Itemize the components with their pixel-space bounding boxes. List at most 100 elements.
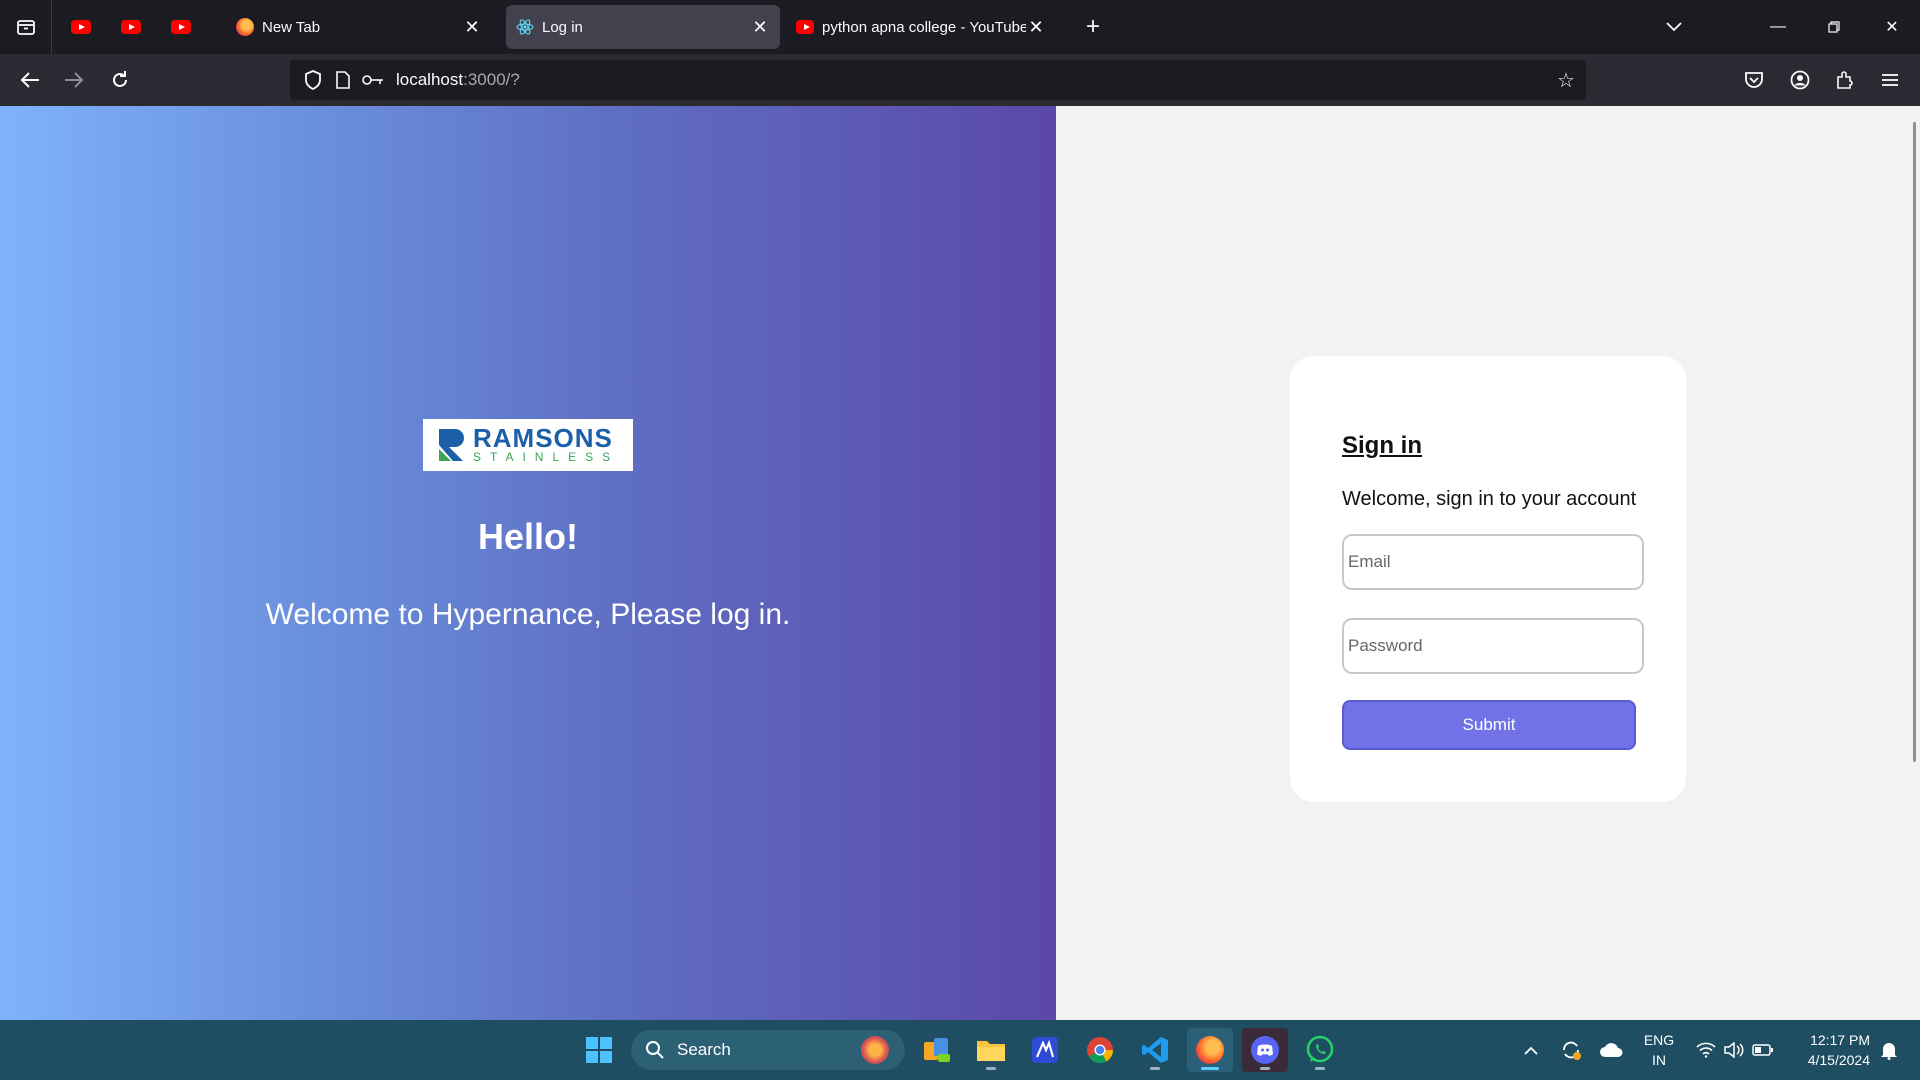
bookmark-star-icon[interactable]: ☆ [1554, 68, 1578, 92]
reload-icon [113, 71, 127, 87]
vscode-icon [1142, 1037, 1168, 1063]
tab-title: New Tab [262, 18, 321, 36]
tab-bar: New Tab ✕ Log in ✕ python apna college -… [0, 0, 1920, 54]
tab-title: Log in [542, 18, 583, 36]
company-logo: RAMSONS STAINLESS [423, 419, 633, 471]
windows-logo-icon [586, 1037, 612, 1063]
account-icon [1790, 70, 1810, 90]
puzzle-icon [1837, 71, 1853, 89]
firefox-icon [236, 18, 254, 36]
sign-in-card: Sign in Welcome, sign in to your account… [1290, 356, 1686, 802]
email-field[interactable] [1342, 534, 1644, 590]
cloud-icon [1600, 1043, 1623, 1057]
pocket-button[interactable] [1736, 62, 1772, 98]
account-button[interactable] [1782, 62, 1818, 98]
folder-icon [977, 1041, 1005, 1061]
taskbar-app-editor[interactable] [1022, 1028, 1068, 1072]
minimize-button[interactable]: — [1750, 0, 1806, 54]
search-icon [646, 1041, 664, 1059]
restore-button[interactable] [1806, 0, 1862, 54]
clock[interactable]: 12:17 PM 4/15/2024 [1792, 1030, 1870, 1070]
running-indicator [1260, 1067, 1270, 1070]
close-tab-icon[interactable]: ✕ [750, 17, 770, 37]
submit-button[interactable]: Submit [1342, 700, 1636, 750]
navigation-bar: localhost:3000/? ☆ [0, 54, 1920, 106]
page-scrollbar[interactable] [1913, 122, 1916, 762]
url-bar[interactable]: localhost:3000/? ☆ [290, 60, 1586, 100]
taskbar-app-vscode[interactable] [1132, 1028, 1178, 1072]
taskbar-app-firefox[interactable] [1187, 1028, 1233, 1072]
pinned-tab-youtube-2[interactable] [109, 10, 153, 44]
youtube-icon [121, 20, 141, 34]
quick-settings-button[interactable] [1690, 1020, 1780, 1080]
url-path: :3000/? [463, 70, 520, 89]
menu-button[interactable] [1872, 62, 1908, 98]
notifications-button[interactable] [1874, 1020, 1904, 1080]
firefox-icon [1196, 1036, 1224, 1064]
chevron-down-icon [1666, 22, 1682, 32]
taskbar-app-widgets[interactable] [914, 1028, 960, 1072]
tab-youtube[interactable]: python apna college - YouTube ✕ [786, 5, 1056, 49]
widgets-icon [924, 1038, 950, 1062]
search-label: Search [677, 1040, 731, 1059]
key-icon[interactable] [358, 60, 388, 100]
language-indicator[interactable]: ENG IN [1640, 1030, 1678, 1070]
reload-button[interactable] [102, 62, 138, 98]
clock-time: 12:17 PM [1810, 1032, 1870, 1048]
close-window-button[interactable]: ✕ [1864, 0, 1920, 54]
list-all-tabs-button[interactable] [1646, 0, 1702, 54]
hamburger-menu-icon [1882, 74, 1898, 86]
running-indicator [1315, 1067, 1325, 1070]
taskbar-app-discord[interactable] [1242, 1028, 1288, 1072]
chrome-icon [1087, 1037, 1114, 1064]
running-indicator [1150, 1067, 1160, 1070]
hello-heading: Hello! [477, 516, 578, 557]
logo-main-text: RAMSONS [473, 423, 613, 453]
extensions-button[interactable] [1827, 62, 1863, 98]
password-field[interactable] [1342, 618, 1644, 674]
pocket-icon [1745, 72, 1763, 88]
pinned-tab-youtube-1[interactable] [59, 10, 103, 44]
pinned-tab-youtube-3[interactable] [159, 10, 203, 44]
url-text[interactable]: localhost:3000/? [396, 70, 520, 90]
forward-arrow-icon [65, 72, 84, 88]
logo-sub-text: STAINLESS [473, 450, 620, 464]
sync-icon [1563, 1041, 1581, 1060]
taskbar-search[interactable]: Search [631, 1030, 905, 1070]
url-host: localhost [396, 70, 464, 89]
clock-date: 4/15/2024 [1807, 1052, 1870, 1068]
language-code: ENG [1643, 1032, 1675, 1048]
show-hidden-icons-button[interactable] [1516, 1020, 1546, 1080]
onedrive-tray-button[interactable] [1596, 1020, 1626, 1080]
taskbar: Search ENG IN 12:17 PM 4/15/2024 [0, 1020, 1920, 1080]
tab-title: python apna college - YouTube [822, 18, 1026, 36]
page-icon[interactable] [328, 60, 358, 100]
search-highlight-icon [861, 1036, 889, 1064]
start-button[interactable] [576, 1028, 622, 1072]
chevron-up-icon [1524, 1046, 1538, 1055]
taskbar-app-whatsapp[interactable] [1297, 1028, 1343, 1072]
sign-in-title: Sign in [1342, 432, 1422, 459]
sync-tray-button[interactable] [1556, 1020, 1586, 1080]
close-tab-icon[interactable]: ✕ [462, 17, 482, 37]
taskbar-app-file-explorer[interactable] [968, 1028, 1014, 1072]
taskbar-app-chrome[interactable] [1077, 1028, 1123, 1072]
shield-icon[interactable] [298, 60, 328, 100]
new-tab-button[interactable]: + [1076, 10, 1110, 44]
back-arrow-icon [20, 72, 39, 88]
forward-button[interactable] [56, 62, 92, 98]
bell-icon [1881, 1043, 1897, 1060]
tab-log-in[interactable]: Log in ✕ [506, 5, 780, 49]
tab-new-tab[interactable]: New Tab ✕ [226, 5, 492, 49]
tab-list-button[interactable] [0, 0, 52, 54]
whatsapp-icon [1306, 1035, 1334, 1063]
react-icon [516, 18, 534, 36]
page-content: RAMSONS STAINLESS Hello! Welcome to Hype… [0, 106, 1920, 1020]
logo-r-mark-icon [437, 427, 467, 463]
battery-icon [1752, 1044, 1773, 1056]
running-indicator [986, 1067, 996, 1070]
back-button[interactable] [12, 62, 48, 98]
discord-icon [1251, 1036, 1279, 1064]
wifi-icon [1696, 1042, 1716, 1058]
close-tab-icon[interactable]: ✕ [1026, 17, 1046, 37]
